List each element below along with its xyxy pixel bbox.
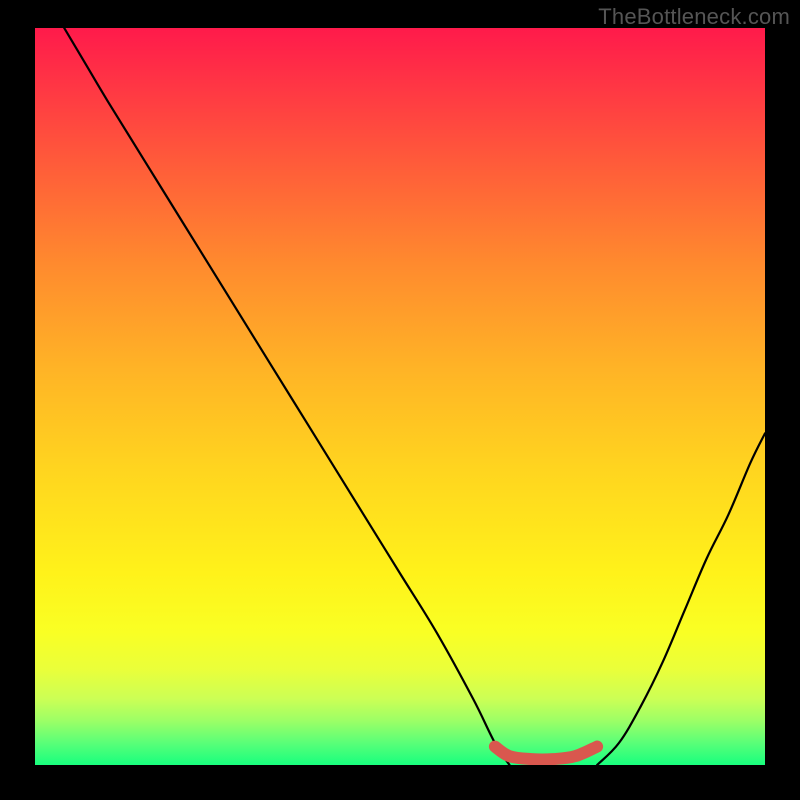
- chart-frame: TheBottleneck.com: [0, 0, 800, 800]
- bottleneck-curve-right: [597, 433, 765, 765]
- curve-svg: [35, 28, 765, 765]
- plot-area: [35, 28, 765, 765]
- watermark-text: TheBottleneck.com: [598, 4, 790, 30]
- optimal-range-marker: [495, 747, 597, 760]
- bottleneck-curve-left: [64, 28, 509, 765]
